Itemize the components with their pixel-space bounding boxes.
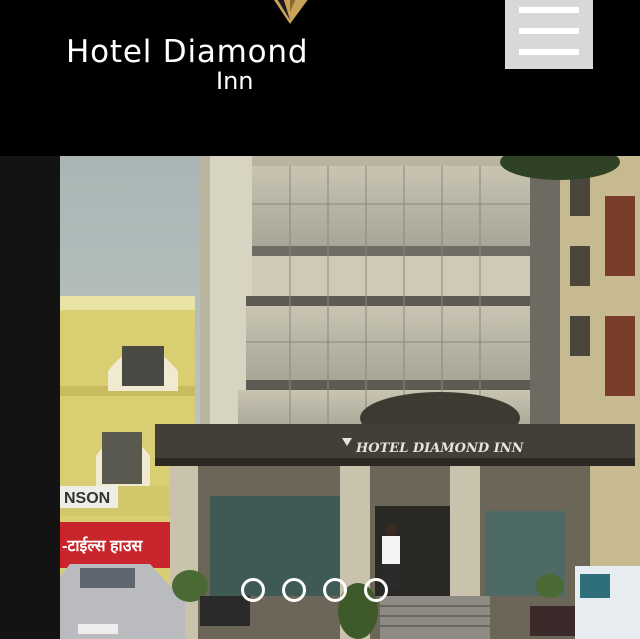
neighbor-sign-red: -टाईल्स हाउस (62, 536, 143, 555)
slider-dot-3[interactable] (323, 578, 347, 602)
slider-dot-4[interactable] (364, 578, 388, 602)
site-logo[interactable]: Hotel Diamond Inn (60, 0, 420, 110)
slider-dot-2[interactable] (282, 578, 306, 602)
slide-image-hotel-building: NSON -टाईल्स हाउस HOTEL DIAMOND INN (60, 156, 640, 639)
page: Hotel Diamond Inn NSON -टाईल्स हाउस HOTE… (0, 0, 640, 639)
site-header: Hotel Diamond Inn (0, 0, 640, 156)
diamond-logo-icon (274, 0, 308, 24)
slider-pagination (241, 578, 393, 602)
logo-subtitle: Inn (216, 67, 254, 95)
logo-name: Hotel Diamond (66, 34, 309, 70)
neighbor-sign: NSON (64, 490, 110, 507)
building-sign: HOTEL DIAMOND INN (355, 441, 525, 456)
slider-dot-1[interactable] (241, 578, 265, 602)
menu-button[interactable] (505, 0, 593, 69)
hero-slider: NSON -टाईल्स हाउस HOTEL DIAMOND INN (0, 156, 640, 639)
hotel-building-photo: NSON -टाईल्स हाउस HOTEL DIAMOND INN (60, 156, 640, 639)
